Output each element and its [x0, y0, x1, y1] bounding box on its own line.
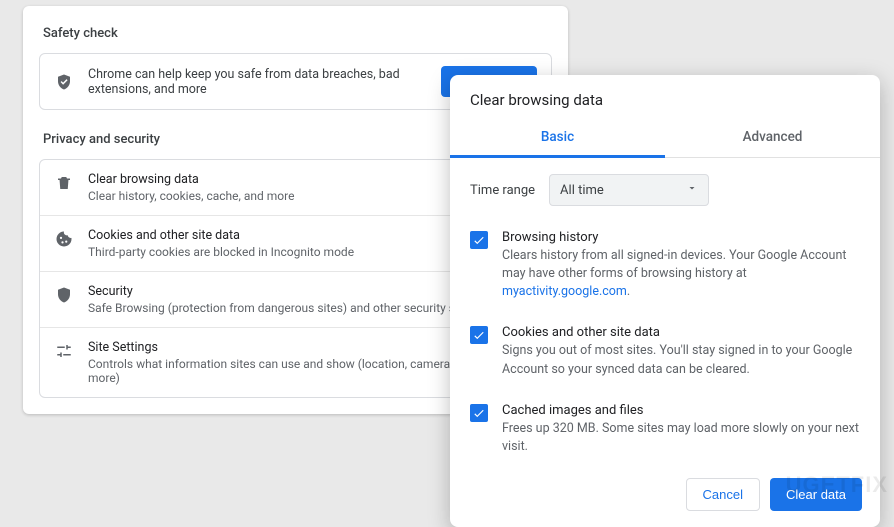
myactivity-link[interactable]: myactivity.google.com — [502, 284, 627, 299]
shield-check-icon — [54, 72, 74, 92]
clear-browsing-data-dialog: Clear browsing data Basic Advanced Time … — [450, 75, 880, 527]
option-title: Browsing history — [502, 230, 860, 245]
checkbox-cached[interactable] — [470, 404, 488, 422]
shield-icon — [54, 285, 74, 305]
time-range-label: Time range — [470, 183, 535, 198]
checkbox-cookies[interactable] — [470, 326, 488, 344]
option-description: Signs you out of most sites. You'll stay… — [502, 342, 860, 378]
option-title: Cached images and files — [502, 403, 860, 418]
safety-check-heading: Safety check — [43, 26, 552, 41]
checkbox-browsing-history[interactable] — [470, 231, 488, 249]
option-cached: Cached images and files Frees up 320 MB.… — [470, 393, 860, 470]
option-description: Frees up 320 MB. Some sites may load mor… — [502, 420, 860, 456]
tab-advanced[interactable]: Advanced — [665, 119, 880, 157]
sliders-icon — [54, 341, 74, 361]
option-cookies: Cookies and other site data Signs you ou… — [470, 315, 860, 392]
watermark-text: UGETFIX — [786, 472, 888, 498]
time-range-select[interactable]: All time — [549, 174, 709, 206]
time-range-value: All time — [560, 183, 604, 198]
safety-check-description: Chrome can help keep you safe from data … — [88, 67, 427, 97]
cancel-button[interactable]: Cancel — [686, 478, 760, 511]
time-range-row: Time range All time — [450, 158, 880, 214]
cookie-icon — [54, 229, 74, 249]
tab-basic[interactable]: Basic — [450, 119, 665, 157]
dialog-tabs: Basic Advanced — [450, 119, 880, 158]
chevron-down-icon — [686, 182, 698, 198]
trash-icon — [54, 173, 74, 193]
option-description: Clears history from all signed-in device… — [502, 247, 860, 301]
option-browsing-history: Browsing history Clears history from all… — [470, 220, 860, 315]
option-title: Cookies and other site data — [502, 325, 860, 340]
dialog-title: Clear browsing data — [450, 75, 880, 119]
clear-options: Browsing history Clears history from all… — [450, 214, 880, 470]
